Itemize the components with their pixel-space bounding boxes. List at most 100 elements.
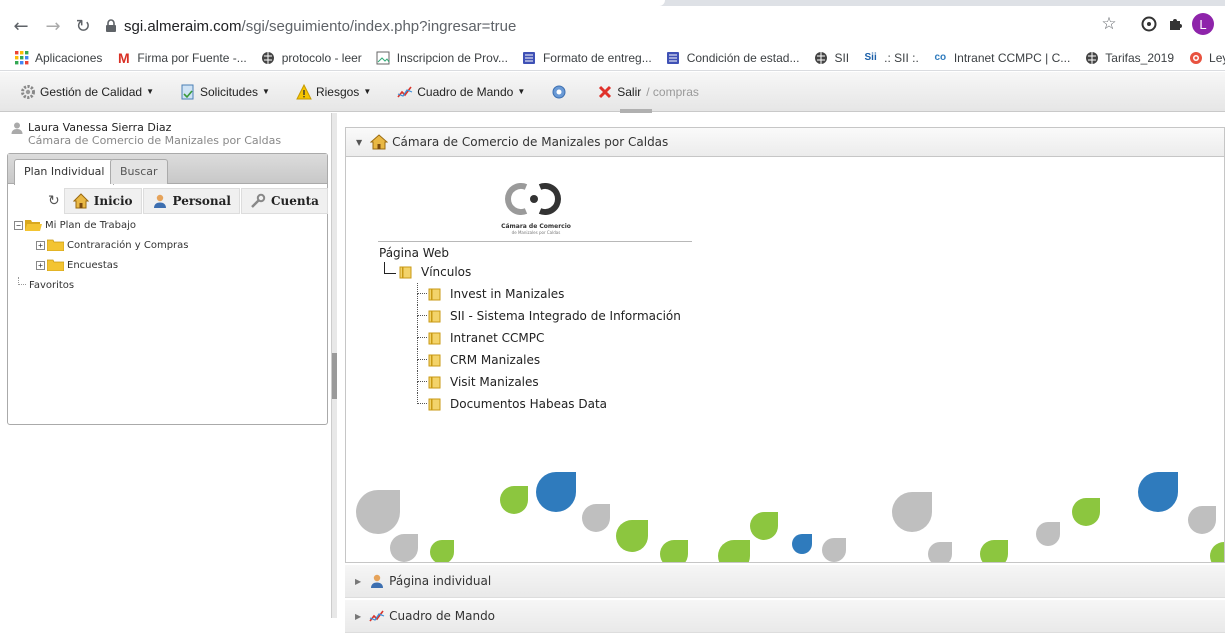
chevron-down-icon: ▼	[363, 87, 372, 96]
triangle-down-icon: ▼	[356, 137, 363, 147]
reload-icon[interactable]: ↻	[70, 13, 96, 39]
splitter-grip[interactable]	[332, 353, 337, 399]
bookmark-item[interactable]: co Intranet CCMPC | C...	[933, 50, 1070, 65]
link-item[interactable]: Documentos Habeas Data	[384, 393, 681, 415]
bookmark-item[interactable]: protocolo - leer	[261, 50, 362, 65]
salir-button[interactable]: Salir / compras	[597, 84, 699, 100]
salir-label: Salir	[617, 84, 642, 99]
drop-shape	[1210, 542, 1224, 562]
cuenta-button[interactable]: Cuenta	[240, 188, 328, 214]
star-icon[interactable]: ☆	[1098, 13, 1120, 35]
cuadro-mando-menu[interactable]: Cuadro de Mando ▼	[397, 84, 525, 100]
collapsed-label: Página individual	[389, 574, 492, 588]
bookmark-item[interactable]: Formato de entreg...	[522, 50, 652, 65]
help-button[interactable]	[551, 84, 571, 100]
tree-item-label: Encuestas	[67, 259, 119, 271]
url-host: sgi.almeraim.com	[124, 17, 242, 35]
bookmark-item[interactable]: Ley 1258	[1188, 50, 1225, 65]
tree-connector	[417, 327, 427, 338]
left-pane: Laura Vanessa Sierra Diaz Cámara de Come…	[0, 113, 331, 618]
tree-item-encuestas[interactable]: + Encuestas	[14, 255, 188, 275]
puzzle-icon[interactable]	[1164, 13, 1186, 35]
bookmark-label: SII	[834, 50, 850, 65]
tree-item-contratacion[interactable]: + Contraración y Compras	[14, 235, 188, 255]
tab-buscar[interactable]: Buscar	[110, 159, 168, 184]
tree-connector	[18, 277, 26, 285]
book-icon	[428, 310, 441, 322]
link-item[interactable]: Visit Manizales	[384, 371, 681, 393]
app-toolbar: Gestión de Calidad ▼ Solicitudes ▼ Riesgos…	[0, 72, 1225, 112]
document-icon	[180, 84, 196, 100]
bookmark-item[interactable]: SII	[813, 50, 849, 65]
tree-connector	[384, 262, 396, 274]
warning-icon	[296, 83, 312, 100]
globe-icon	[1084, 50, 1099, 65]
accordion-header-camara[interactable]: ▼ Cámara de Comercio de Manizales por Ca…	[345, 127, 1225, 157]
lock-icon	[106, 19, 116, 32]
bookmark-item[interactable]: Tarifas_2019	[1084, 50, 1174, 65]
gestion-calidad-menu[interactable]: Gestión de Calidad ▼	[20, 84, 154, 100]
person-icon	[152, 193, 168, 209]
folder-vinculos[interactable]: Vínculos	[384, 261, 681, 283]
drop-shape	[1036, 522, 1060, 546]
drop-shape	[892, 492, 932, 532]
decorative-drops	[356, 472, 1224, 562]
gear-icon	[20, 84, 36, 100]
expand-icon[interactable]: +	[36, 260, 45, 270]
inicio-button[interactable]: Inicio	[63, 188, 142, 214]
drop-shape	[660, 540, 688, 562]
url-path: /sgi/seguimiento/index.php?ingresar=true	[241, 17, 517, 35]
folder-open-icon	[25, 220, 42, 231]
forward-icon[interactable]: →	[40, 13, 66, 39]
bookmark-item[interactable]: Sii .: SII :.	[863, 50, 919, 65]
url-bar[interactable]: sgi.almeraim.com/sgi/seguimiento/index.p…	[104, 11, 1184, 41]
drop-shape	[390, 534, 418, 562]
drop-shape	[500, 486, 528, 514]
bookmark-item[interactable]: M Firma por Fuente -...	[116, 49, 247, 66]
collapse-icon[interactable]: −	[14, 220, 23, 230]
link-item[interactable]: CRM Manizales	[384, 349, 681, 371]
bookmark-item[interactable]: Inscripcion de Prov...	[376, 50, 508, 65]
drop-shape	[536, 472, 576, 512]
tree-item-label: Favoritos	[29, 279, 75, 291]
riesgos-menu[interactable]: Riesgos ▼	[296, 83, 372, 100]
accordion-header-pagina-individual[interactable]: ▶ Página individual	[345, 565, 1225, 598]
active-tab[interactable]	[0, 0, 665, 6]
drop-shape	[1188, 506, 1216, 534]
tree-connector	[417, 316, 418, 327]
logo-line1: Cámara de Comercio	[501, 223, 571, 230]
link-label: Invest in Manizales	[450, 287, 565, 301]
image-doc-icon	[376, 50, 391, 65]
tree-root-label: Mi Plan de Trabajo	[45, 219, 136, 231]
link-item[interactable]: Invest in Manizales	[384, 283, 681, 305]
drop-shape	[1072, 498, 1100, 526]
camara-logo: Cámara de Comercio de Manizales por Cald…	[496, 181, 576, 237]
tree-item-root[interactable]: − Mi Plan de Trabajo	[14, 215, 188, 235]
expand-icon[interactable]: +	[36, 240, 45, 250]
refresh-icon[interactable]: ↻	[48, 193, 60, 209]
link-item[interactable]: Intranet CCMPC	[384, 327, 681, 349]
tab-plan-individual[interactable]: Plan Individual	[14, 159, 115, 185]
top-splitter-handle[interactable]	[620, 109, 652, 113]
back-icon[interactable]: ←	[8, 13, 34, 39]
drop-shape	[430, 540, 454, 562]
bookmark-label: Formato de entreg...	[542, 50, 652, 65]
link-list: Invest in Manizales SII - Sistema Integra…	[384, 283, 681, 415]
personal-button[interactable]: Personal	[142, 188, 240, 214]
gmail-icon: M	[118, 49, 130, 66]
link-item[interactable]: SII - Sistema Integrado de Información	[384, 305, 681, 327]
solicitudes-menu[interactable]: Solicitudes ▼	[180, 84, 270, 100]
accordion-header-cuadro-mando[interactable]: ▶ Cuadro de Mando	[345, 600, 1225, 633]
form-icon	[666, 50, 681, 65]
book-icon	[428, 332, 441, 344]
triangle-right-icon: ▶	[355, 611, 362, 621]
bookmark-item[interactable]: Condición de estad...	[666, 50, 799, 65]
profile-avatar[interactable]: L	[1192, 13, 1214, 35]
gestion-calidad-label: Gestión de Calidad	[40, 84, 143, 99]
bookmark-item[interactable]: Aplicaciones	[14, 50, 102, 65]
tree-item-favoritos[interactable]: Favoritos	[14, 275, 188, 295]
vertical-splitter[interactable]	[331, 113, 337, 618]
ccmpc-logo-icon: co	[934, 52, 947, 63]
extension-icon[interactable]	[1138, 13, 1160, 35]
book-icon	[399, 266, 412, 278]
